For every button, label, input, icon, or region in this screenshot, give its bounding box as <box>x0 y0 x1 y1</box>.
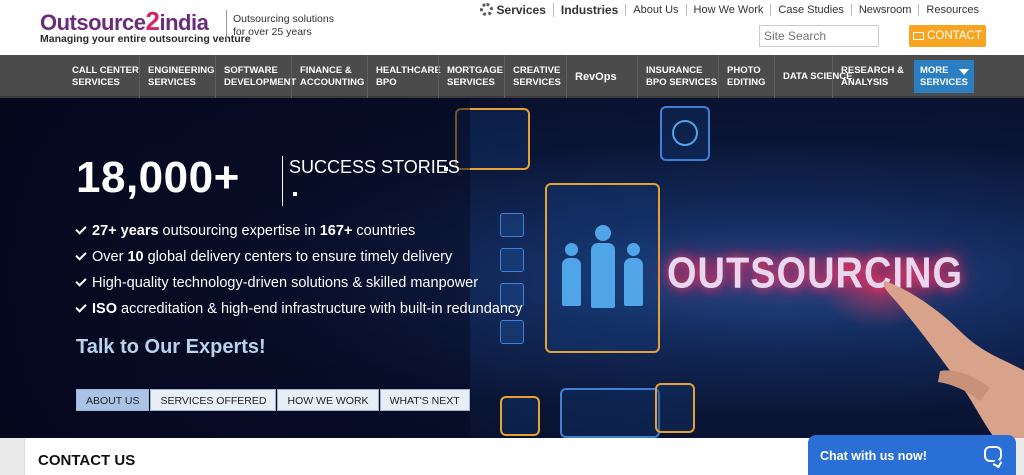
logo-tagline: Managing your entire outsourcing venture <box>40 33 251 45</box>
caret-down-icon <box>959 69 969 75</box>
check-icon <box>75 275 87 287</box>
nav-finance-accounting[interactable]: FINANCE & ACCOUNTING <box>291 55 374 98</box>
tab-whats-next[interactable]: WHAT'S NEXT <box>379 389 470 411</box>
hero-bullet: ISO accreditation & high-end infrastruct… <box>75 298 522 324</box>
hero-bullet: 27+ years outsourcing expertise in 167+ … <box>75 220 522 246</box>
contact-button[interactable]: CONTACT <box>909 25 986 47</box>
site-logo[interactable]: Outsource2india Managing your entire out… <box>40 6 251 46</box>
check-icon <box>75 301 87 313</box>
main-navigation: CALL CENTER SERVICES ENGINEERING SERVICE… <box>0 55 1024 98</box>
topnav-industries[interactable]: Industries <box>552 3 625 17</box>
topnav-about-us[interactable]: About Us <box>625 4 685 16</box>
hero-banner: OUTSOURCING 18,000+ SUCCESS STORIES 27+ … <box>0 98 1024 438</box>
people-icons-panel <box>560 388 660 438</box>
hero-bullet-list: 27+ years outsourcing expertise in 167+ … <box>75 220 522 324</box>
topnav-case-studies[interactable]: Case Studies <box>770 4 850 16</box>
chat-label: Chat with us now! <box>820 449 927 463</box>
nav-software-development[interactable]: SOFTWARE DEVELOPMENT <box>215 55 298 98</box>
topnav-newsroom[interactable]: Newsroom <box>850 4 919 16</box>
contact-section-title: CONTACT US <box>38 452 136 469</box>
gear-icon <box>479 3 493 16</box>
team-panel <box>545 183 660 353</box>
person-icon <box>565 243 578 256</box>
pointing-hand-image <box>883 281 1024 438</box>
mail-icon <box>913 32 925 40</box>
hero-bullet: High-quality technology-driven solutions… <box>75 272 522 298</box>
success-label: SUCCESS STORIES <box>289 157 460 177</box>
site-header: Outsource2india Managing your entire out… <box>0 0 1024 55</box>
globe-panel <box>660 106 710 161</box>
talk-to-experts-link[interactable]: Talk to Our Experts! <box>76 336 266 359</box>
site-search-input[interactable] <box>759 25 879 47</box>
tab-how-we-work[interactable]: HOW WE WORK <box>277 389 379 411</box>
hero-tabs: ABOUT US SERVICES OFFERED HOW WE WORK WH… <box>76 389 471 411</box>
tools-panel <box>500 396 540 436</box>
topnav-services[interactable]: Services <box>473 3 553 17</box>
person-icon <box>595 225 611 241</box>
globe-icon <box>672 120 698 146</box>
logo-side-text: Outsourcing solutions for over 25 years <box>233 13 334 38</box>
nav-engineering-services[interactable]: ENGINEERING SERVICES <box>139 55 222 98</box>
nav-research-analysis[interactable]: RESEARCH & ANALYSIS <box>832 55 915 98</box>
person-icon <box>627 243 640 256</box>
chat-bubble-icon <box>984 446 1002 462</box>
success-count: 18,000+ <box>76 153 240 202</box>
check-icon <box>75 223 87 235</box>
nav-call-center-services[interactable]: CALL CENTER SERVICES <box>64 55 146 98</box>
check-icon <box>75 249 87 261</box>
nav-more-services[interactable]: MORE SERVICES <box>914 60 974 93</box>
tab-about-us[interactable]: ABOUT US <box>76 389 150 411</box>
chat-widget[interactable]: Chat with us now! <box>808 435 1016 475</box>
top-navigation: Services Industries About Us How We Work… <box>473 2 986 18</box>
topnav-how-we-work[interactable]: How We Work <box>685 4 771 16</box>
search-panel <box>655 383 695 433</box>
hero-bullet: Over 10 global delivery centers to ensur… <box>75 246 522 272</box>
nav-insurance-bpo-services[interactable]: INSURANCE BPO SERVICES <box>637 55 720 98</box>
logo-divider <box>226 10 227 40</box>
tab-services-offered[interactable]: SERVICES OFFERED <box>150 389 277 411</box>
topnav-resources[interactable]: Resources <box>918 4 986 16</box>
contact-section <box>24 438 824 475</box>
